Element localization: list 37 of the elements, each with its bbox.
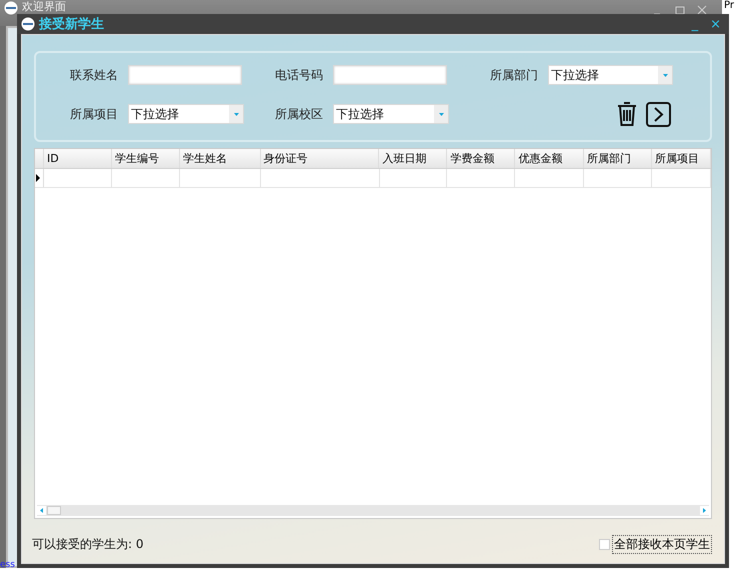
column-header[interactable]: 所属部门 — [584, 149, 652, 168]
window-title: 欢迎界面 — [22, 1, 66, 13]
column-header[interactable]: 学生姓名 — [180, 149, 261, 168]
field-label: 所属项目 — [70, 106, 119, 122]
column-header[interactable]: 所属项目 — [652, 149, 711, 168]
column-header[interactable]: ID — [44, 149, 112, 168]
field-label: 联系姓名 — [70, 66, 119, 84]
column-header[interactable]: 身份证号 — [260, 149, 380, 168]
scroll-left-icon[interactable] — [37, 506, 46, 515]
dropdown[interactable]: 下拉选择 — [128, 104, 244, 124]
text-field[interactable] — [128, 65, 242, 85]
scroll-right-icon[interactable] — [700, 506, 709, 515]
status-text: ess — [0, 560, 15, 570]
column-header[interactable]: 学生编号 — [112, 149, 180, 168]
checkbox[interactable] — [599, 539, 610, 550]
app-logo-icon — [4, 1, 18, 15]
dropdown-arrow-icon — [234, 112, 238, 116]
column-header[interactable]: 入班日期 — [379, 149, 448, 168]
field-label: 电话号码 — [275, 66, 324, 84]
text-field[interactable] — [333, 65, 447, 85]
count-label: 可以接受的学生为: 0 — [32, 536, 144, 553]
checkbox-label[interactable]: 全部接收本页学生 — [612, 535, 712, 554]
column-header[interactable]: 学费金额 — [447, 149, 516, 168]
dialog-title: 接受新学生 — [39, 16, 105, 33]
close-button[interactable]: × — [706, 16, 725, 32]
dropdown-arrow-icon — [662, 74, 668, 76]
field-label: 所属部门 — [490, 66, 539, 84]
window-label: Pr — [724, 0, 734, 11]
app-logo-icon — [21, 17, 35, 31]
dropdown-arrow-icon — [438, 112, 444, 116]
trash-icon[interactable] — [616, 101, 638, 127]
scroll-thumb[interactable] — [47, 506, 61, 515]
dropdown[interactable]: 下拉选择 — [548, 65, 673, 85]
dropdown[interactable]: 下拉选择 — [333, 104, 449, 124]
field-label: 所属校区 — [275, 106, 324, 122]
minimize-button[interactable]: _ — [688, 16, 702, 32]
column-header[interactable]: 优惠金额 — [515, 149, 584, 168]
